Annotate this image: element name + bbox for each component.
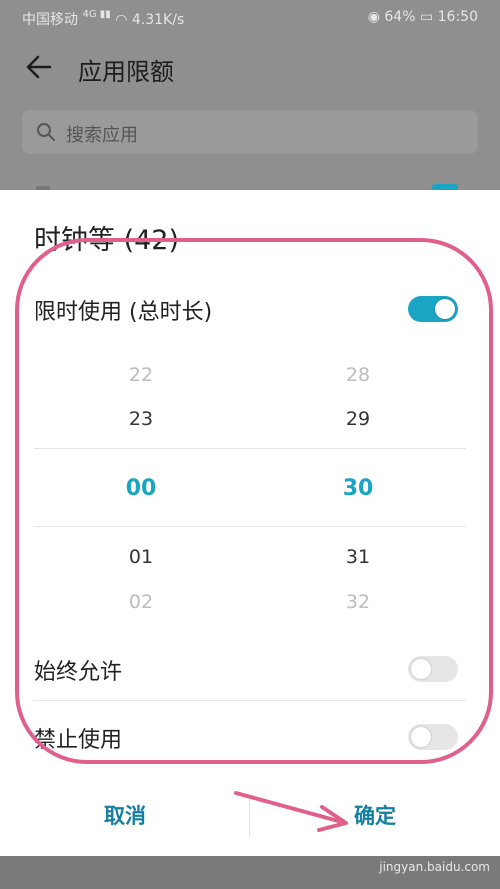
- minute-option[interactable]: 28: [328, 364, 388, 386]
- status-bar: 中国移动 4G ▮▮ ◠ 4.31K/s ◉ 64% ▭ 16:50: [0, 0, 500, 34]
- search-input[interactable]: 搜索应用: [22, 110, 478, 154]
- minute-option[interactable]: 31: [328, 546, 388, 568]
- limit-toggle[interactable]: [408, 296, 458, 322]
- toggle-knob: [411, 659, 431, 679]
- battery-percent: 64%: [384, 9, 416, 25]
- forbid-toggle[interactable]: [408, 724, 458, 750]
- signal-icon: 4G ▮▮: [82, 9, 111, 20]
- hour-option[interactable]: 01: [111, 546, 171, 568]
- picker-top-divider: [34, 448, 466, 449]
- forbid-label: 禁止使用: [34, 728, 123, 753]
- cancel-button[interactable]: 取消: [0, 800, 250, 830]
- limit-dialog: 时钟等 (42) 限时使用 (总时长) 22 23 00 01 02 28 29…: [0, 190, 500, 856]
- always-allow-label: 始终允许: [34, 660, 123, 685]
- toggle-knob: [411, 727, 431, 747]
- confirm-button[interactable]: 确定: [250, 800, 500, 830]
- wifi-icon: ◠: [115, 12, 128, 28]
- network-speed: 4.31K/s: [131, 12, 185, 28]
- hour-option[interactable]: 23: [111, 408, 171, 430]
- app-bar: 应用限额: [0, 34, 500, 100]
- navigation-bar: jingyan.baidu.com: [0, 856, 500, 889]
- back-arrow-icon[interactable]: [24, 52, 54, 82]
- hour-selected[interactable]: 00: [111, 476, 171, 501]
- limit-label: 限时使用 (总时长): [34, 300, 213, 325]
- row-divider: [34, 700, 466, 701]
- hour-option[interactable]: 22: [111, 364, 171, 386]
- always-allow-toggle[interactable]: [408, 656, 458, 682]
- always-allow-row[interactable]: 始终允许: [34, 638, 466, 698]
- dialog-footer: 取消 确定: [0, 788, 500, 848]
- page-title: 应用限额: [78, 58, 174, 86]
- clock-time: 16:50: [437, 9, 478, 25]
- eye-icon: ◉: [367, 9, 380, 25]
- search-placeholder: 搜索应用: [66, 125, 138, 146]
- picker-bottom-divider: [34, 526, 466, 527]
- minute-selected[interactable]: 30: [328, 476, 388, 501]
- minute-option[interactable]: 32: [328, 591, 388, 613]
- watermark: jingyan.baidu.com: [379, 860, 490, 874]
- carrier-name: 中国移动: [22, 12, 78, 28]
- hour-option[interactable]: 02: [111, 591, 171, 613]
- toggle-knob: [435, 299, 455, 319]
- limit-row[interactable]: 限时使用 (总时长): [34, 278, 466, 338]
- minute-option[interactable]: 29: [328, 408, 388, 430]
- dialog-title: 时钟等 (42): [34, 225, 180, 256]
- search-icon: [37, 123, 55, 141]
- battery-icon: ▭: [419, 9, 434, 25]
- forbid-row[interactable]: 禁止使用: [34, 706, 466, 766]
